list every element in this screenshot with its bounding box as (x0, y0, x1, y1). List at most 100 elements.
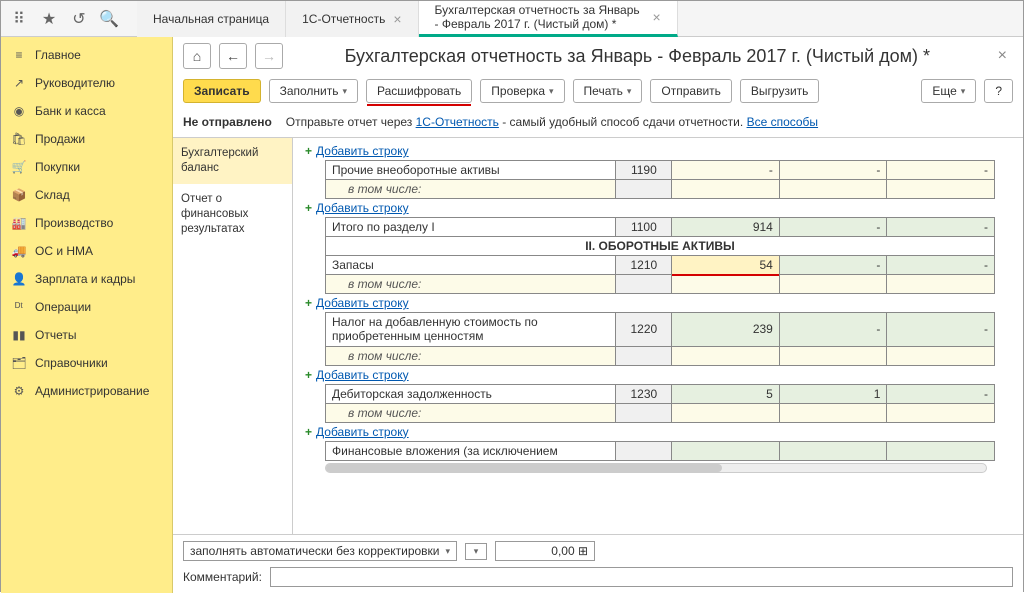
sidebar-item-refs[interactable]: 🗂Справочники (1, 349, 172, 377)
close-icon[interactable]: × (393, 11, 401, 27)
cell[interactable] (672, 275, 780, 294)
sidebar-item-operations[interactable]: ᴰᵗОперации (1, 293, 172, 321)
cell[interactable]: - (887, 256, 995, 275)
send-button[interactable]: Отправить (650, 79, 732, 103)
sidebar-item-production[interactable]: 🏭Производство (1, 209, 172, 237)
more-button[interactable]: Еще▾ (921, 79, 976, 103)
cell[interactable] (887, 180, 995, 199)
apps-icon[interactable]: ⠿ (9, 9, 29, 29)
sidebar-item-bank[interactable]: ◉Банк и касса (1, 97, 172, 125)
reporting-link[interactable]: 1С-Отчетность (416, 115, 499, 129)
sidebar-item-assets[interactable]: 🚚ОС и НМА (1, 237, 172, 265)
comment-label: Комментарий: (183, 570, 262, 584)
cell-highlighted[interactable]: 54 (672, 256, 780, 275)
add-row-link[interactable]: Добавить строку (316, 201, 409, 215)
print-button[interactable]: Печать▾ (573, 79, 643, 103)
cell[interactable]: - (779, 161, 887, 180)
section-finres[interactable]: Отчет о финансовых результатах (173, 184, 292, 245)
cell[interactable] (672, 180, 780, 199)
cell[interactable] (672, 441, 780, 460)
close-icon[interactable]: × (653, 9, 661, 25)
cell[interactable] (887, 403, 995, 422)
cell[interactable] (887, 441, 995, 460)
plus-icon: + (305, 201, 312, 215)
fill-button[interactable]: Заполнить▾ (269, 79, 358, 103)
cell[interactable] (779, 403, 887, 422)
section-balance[interactable]: Бухгалтерский баланс (173, 138, 292, 184)
cell[interactable] (779, 441, 887, 460)
chevron-down-icon: ▾ (343, 86, 348, 97)
aux-select[interactable]: ▾ (465, 543, 487, 560)
forward-button[interactable]: → (255, 43, 283, 69)
factory-icon: 🏭 (11, 216, 27, 230)
cell[interactable]: 1 (779, 384, 887, 403)
row-code: 1100 (616, 218, 672, 237)
row-code: 1220 (616, 313, 672, 347)
sidebar-item-main[interactable]: ≡Главное (1, 41, 172, 69)
tab-label: Бухгалтерская отчетность за Январь - Фев… (435, 3, 645, 32)
cell[interactable]: 239 (672, 313, 780, 347)
star-icon[interactable]: ★ (39, 9, 59, 29)
button-label: Печать (584, 84, 623, 98)
tab-current[interactable]: Бухгалтерская отчетность за Январь - Фев… (419, 1, 678, 37)
cell[interactable]: - (672, 161, 780, 180)
button-label: Выгрузить (751, 84, 809, 98)
cell[interactable] (672, 346, 780, 365)
help-button[interactable]: ? (984, 79, 1013, 103)
back-button[interactable]: ← (219, 43, 247, 69)
sidebar-item-label: Руководителю (35, 76, 115, 90)
report-sheet[interactable]: + Добавить строку Прочие внеоборотные акт… (293, 138, 1023, 534)
cell[interactable]: - (779, 218, 887, 237)
tab-label: 1С-Отчетность (302, 12, 385, 26)
cell[interactable]: 5 (672, 384, 780, 403)
precision-field[interactable]: 0,00 ⊞ (495, 541, 595, 561)
sidebar-item-label: Банк и касса (35, 104, 106, 118)
export-button[interactable]: Выгрузить (740, 79, 820, 103)
cell[interactable] (887, 275, 995, 294)
cell[interactable]: 914 (672, 218, 780, 237)
cell[interactable] (779, 180, 887, 199)
tab-reporting[interactable]: 1С-Отчетность × (286, 1, 418, 37)
check-button[interactable]: Проверка▾ (480, 79, 564, 103)
cell[interactable]: - (779, 313, 887, 347)
calc-icon[interactable]: ⊞ (578, 544, 588, 558)
all-ways-link[interactable]: Все способы (747, 115, 819, 129)
add-row-link[interactable]: Добавить строку (316, 296, 409, 310)
add-row-link[interactable]: Добавить строку (316, 425, 409, 439)
cell[interactable] (887, 346, 995, 365)
cell[interactable]: - (779, 256, 887, 275)
comment-input[interactable] (270, 567, 1013, 587)
sidebar-item-sales[interactable]: 🛍Продажи (1, 125, 172, 153)
cell[interactable]: - (887, 161, 995, 180)
sidebar-item-reports[interactable]: ▮▮Отчеты (1, 321, 172, 349)
cell[interactable]: - (887, 313, 995, 347)
save-button[interactable]: Записать (183, 79, 261, 103)
add-row-link[interactable]: Добавить строку (316, 144, 409, 158)
cell[interactable] (779, 346, 887, 365)
sidebar-item-warehouse[interactable]: 📦Склад (1, 181, 172, 209)
plus-icon: + (305, 368, 312, 382)
row-sublabel: в том числе: (326, 403, 616, 422)
table-row: Итого по разделу I1100914-- II. ОБОРОТНЫ… (325, 217, 995, 294)
tab-home[interactable]: Начальная страница (137, 1, 286, 37)
table-row: Прочие внеоборотные активы1190--- в том … (325, 160, 995, 199)
sidebar-item-payroll[interactable]: 👤Зарплата и кадры (1, 265, 172, 293)
cell[interactable]: - (887, 384, 995, 403)
sidebar-item-admin[interactable]: ⚙Администрирование (1, 377, 172, 405)
home-button[interactable]: ⌂ (183, 43, 211, 69)
history-icon[interactable]: ↺ (69, 9, 89, 29)
horizontal-scrollbar[interactable] (325, 463, 987, 473)
content-area: ⌂ ← → Бухгалтерская отчетность за Январь… (173, 37, 1023, 593)
search-icon[interactable]: 🔍 (99, 9, 119, 29)
sidebar-item-purchases[interactable]: 🛒Покупки (1, 153, 172, 181)
gear-icon: ⚙ (11, 384, 27, 398)
decode-button[interactable]: Расшифровать (366, 79, 472, 103)
add-row-link[interactable]: Добавить строку (316, 368, 409, 382)
sidebar-item-manager[interactable]: ↗Руководителю (1, 69, 172, 97)
close-button[interactable]: × (992, 47, 1013, 65)
cell[interactable] (779, 275, 887, 294)
fill-mode-select[interactable]: заполнять автоматически без корректировк… (183, 541, 457, 561)
scrollbar-thumb[interactable] (326, 464, 722, 472)
cell[interactable] (672, 403, 780, 422)
cell[interactable]: - (887, 218, 995, 237)
